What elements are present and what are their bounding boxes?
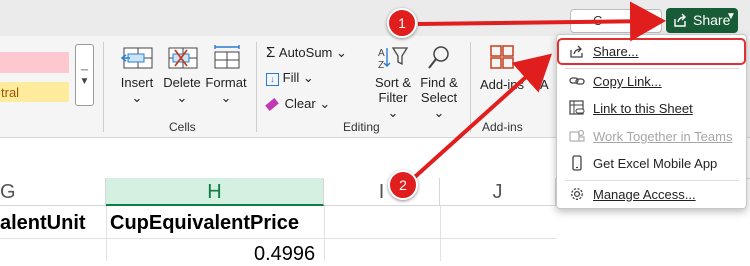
annotation-arrows xyxy=(405,1,666,186)
step-marker-2: 2 xyxy=(388,170,418,200)
step-marker-1: 1 xyxy=(387,8,417,38)
arrow-step1 xyxy=(417,1,666,42)
arrow-step2 xyxy=(405,53,552,186)
